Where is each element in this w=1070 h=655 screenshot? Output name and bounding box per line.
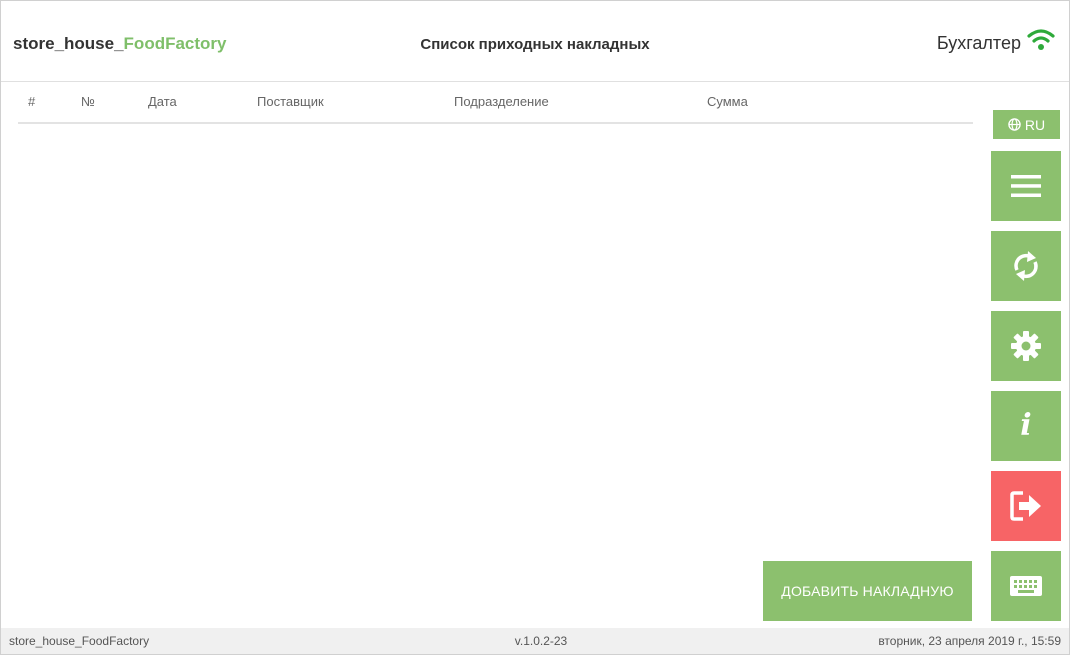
current-user: Бухгалтер (936, 33, 1021, 53)
language-label: RU (1024, 116, 1046, 133)
add-invoice-button[interactable]: ДОБАВИТЬ НАКЛАДНУЮ (763, 561, 972, 621)
wifi-icon (1027, 29, 1055, 50)
language-button[interactable]: RU (993, 110, 1060, 139)
info-button[interactable]: i (991, 391, 1061, 461)
column-header[interactable]: Дата (148, 94, 177, 109)
footer-datetime: вторник, 23 апреля 2019 г., 15:59 (878, 634, 1061, 648)
info-icon: i (1020, 408, 1032, 443)
globe-icon (1008, 118, 1021, 131)
menu-icon (1011, 175, 1041, 197)
settings-button[interactable] (991, 311, 1061, 381)
menu-button[interactable] (991, 151, 1061, 221)
status-bar: store_house_FoodFactory v.1.0.2-23 вторн… (1, 628, 1069, 654)
column-header[interactable]: № (81, 94, 95, 109)
table-header: # № Дата Поставщик Подразделение Сумма (18, 92, 973, 124)
refresh-button[interactable] (991, 231, 1061, 301)
column-header[interactable]: Подразделение (454, 94, 549, 109)
header: store_house_FoodFactory Список приходных… (1, 1, 1069, 82)
settings-icon (1011, 331, 1041, 361)
column-header[interactable]: Сумма (707, 94, 748, 109)
column-header[interactable]: # (28, 94, 35, 109)
page-title: Список приходных накладных (420, 36, 650, 53)
keyboard-icon (1010, 576, 1042, 596)
refresh-icon (1014, 251, 1038, 281)
column-header[interactable]: Поставщик (257, 94, 324, 109)
logout-icon (1010, 491, 1041, 521)
logout-button[interactable] (991, 471, 1061, 541)
keyboard-button[interactable] (991, 551, 1061, 621)
